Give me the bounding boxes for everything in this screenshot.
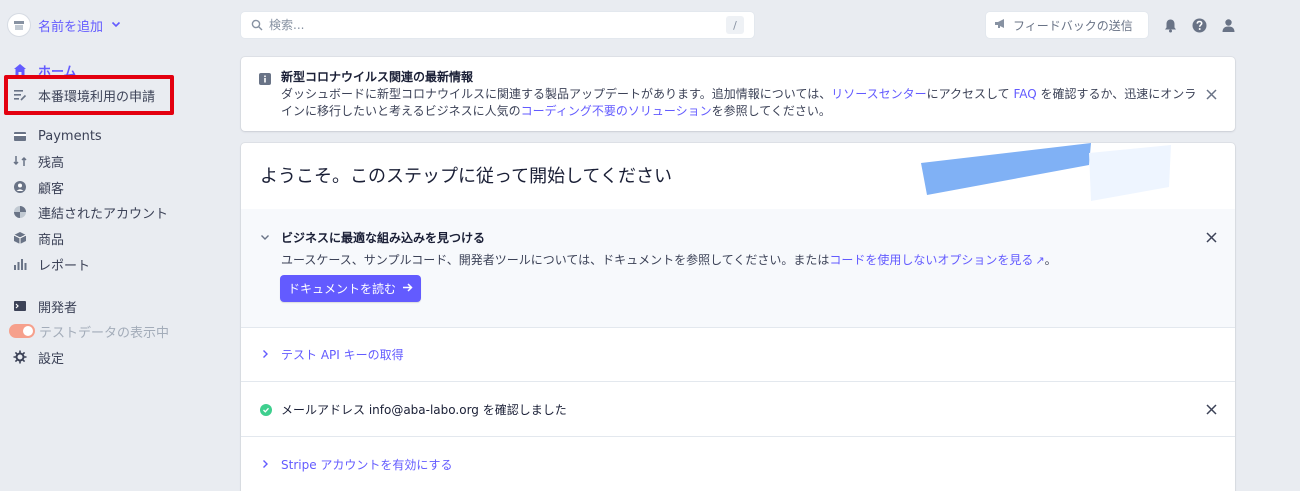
balance-icon xyxy=(12,153,28,169)
payments-icon xyxy=(12,128,28,144)
divider xyxy=(241,436,1235,437)
divider xyxy=(241,327,1235,328)
search-shortcut: / xyxy=(726,16,744,34)
sidebar-item-label: 連結されたアカウント xyxy=(38,206,169,222)
resource-center-link[interactable]: リソースセンター xyxy=(831,87,926,101)
step-activate-account[interactable]: Stripe アカウントを有効にする xyxy=(281,456,453,473)
chevron-down-icon[interactable] xyxy=(259,231,271,243)
sidebar-item-connected-accounts[interactable]: 連結されたアカウント xyxy=(12,201,168,223)
close-icon[interactable] xyxy=(1204,230,1218,244)
notice-text: にアクセスして xyxy=(926,87,1014,101)
toggle-icon xyxy=(9,324,35,338)
decoration-graphic xyxy=(921,143,1171,201)
sidebar-item-balance[interactable]: 残高 xyxy=(12,150,64,172)
step-desc-text: ユースケース、サンプルコード、開発者ツールについては、ドキュメントを参照してくだ… xyxy=(281,253,830,267)
terminal-icon xyxy=(12,298,28,314)
step-find-integration xyxy=(241,209,1235,327)
sidebar-item-reports[interactable]: レポート xyxy=(12,253,90,275)
notice-text: を参照してください。 xyxy=(711,104,831,118)
notice-text: ダッシュボードに新型コロナウイルスに関連する製品アップデートがあります。追加情報… xyxy=(281,87,832,101)
store-icon xyxy=(8,14,30,36)
sidebar-item-label: 商品 xyxy=(38,232,65,248)
notifications-bell-icon[interactable] xyxy=(1161,16,1179,34)
covid-notice-banner: 新型コロナウイルス関連の最新情報 ダッシュボードに新型コロナウイルスに関連する製… xyxy=(241,57,1235,131)
chevron-right-icon[interactable] xyxy=(259,458,271,470)
step-get-api-key[interactable]: テスト API キーの取得 xyxy=(281,346,404,363)
help-icon[interactable] xyxy=(1190,16,1208,34)
sidebar-item-label: Payments xyxy=(38,128,102,144)
close-icon[interactable] xyxy=(1204,402,1218,416)
button-label: ドキュメントを読む xyxy=(288,282,397,296)
sidebar-item-label: テストデータの表示中 xyxy=(39,325,170,341)
check-circle-icon xyxy=(260,404,272,416)
sidebar-item-label: 開発者 xyxy=(38,300,78,316)
divider xyxy=(241,381,1235,382)
search-bar[interactable]: / xyxy=(241,12,754,38)
report-icon xyxy=(12,256,28,272)
customer-icon xyxy=(12,179,28,195)
sidebar-item-label: 設定 xyxy=(38,351,65,367)
step-desc-text: 。 xyxy=(1044,253,1057,267)
notice-title: 新型コロナウイルス関連の最新情報 xyxy=(281,70,474,84)
account-name: 名前を追加 xyxy=(38,19,104,35)
arrow-right-icon xyxy=(402,282,413,296)
sidebar-item-settings[interactable]: 設定 xyxy=(12,346,64,368)
sidebar-item-label: レポート xyxy=(38,258,91,274)
feedback-label: フィードバックの送信 xyxy=(1013,18,1133,33)
product-icon xyxy=(12,230,28,246)
getting-started-card: ようこそ。このステップに従って開始してください ビジネスに最適な組み込みを見つけ… xyxy=(241,143,1235,491)
sidebar-item-products[interactable]: 商品 xyxy=(12,227,64,249)
no-code-solutions-link[interactable]: コーディング不要のソリューション xyxy=(521,104,712,118)
notice-body: ダッシュボードに新型コロナウイルスに関連する製品アップデートがあります。追加情報… xyxy=(281,86,1201,120)
account-switcher[interactable]: 名前を追加 xyxy=(8,13,121,37)
search-icon xyxy=(251,16,263,35)
step-description: ユースケース、サンプルコード、開発者ツールについては、ドキュメントを参照してくだ… xyxy=(281,251,1057,268)
highlight-box xyxy=(4,75,174,115)
sidebar-item-developers[interactable]: 開発者 xyxy=(12,295,77,317)
sidebar-item-customers[interactable]: 顧客 xyxy=(12,176,64,198)
step-email-verified: メールアドレス info@aba-labo.org を確認しました xyxy=(281,403,567,417)
step-title: ビジネスに最適な組み込みを見つける xyxy=(281,231,486,245)
sidebar-item-label: 顧客 xyxy=(38,181,65,197)
user-profile-icon[interactable] xyxy=(1219,16,1237,34)
test-data-toggle[interactable]: テストデータの表示中 xyxy=(9,320,169,342)
chevron-right-icon[interactable] xyxy=(259,348,271,360)
megaphone-icon xyxy=(994,17,1007,33)
connect-icon xyxy=(12,204,28,220)
no-code-options-link[interactable]: コードを使用しないオプションを見る xyxy=(829,253,1033,267)
close-icon[interactable] xyxy=(1204,87,1218,101)
sidebar-item-payments[interactable]: Payments xyxy=(12,125,102,147)
sidebar: 名前を追加 ホーム 本番環境利用の申請 Payments 残高 顧客 連結された… xyxy=(0,0,232,491)
feedback-button[interactable]: フィードバックの送信 xyxy=(986,12,1148,38)
faq-link[interactable]: FAQ xyxy=(1013,87,1036,101)
gear-icon xyxy=(12,349,28,365)
chevron-down-icon xyxy=(111,19,121,32)
external-link-icon: ↗ xyxy=(1035,254,1045,267)
sidebar-item-label: 残高 xyxy=(38,155,65,171)
read-docs-button[interactable]: ドキュメントを読む xyxy=(280,275,422,302)
page-title: ようこそ。このステップに従って開始してください xyxy=(260,166,673,187)
search-input[interactable] xyxy=(269,18,720,32)
info-icon xyxy=(259,70,271,85)
